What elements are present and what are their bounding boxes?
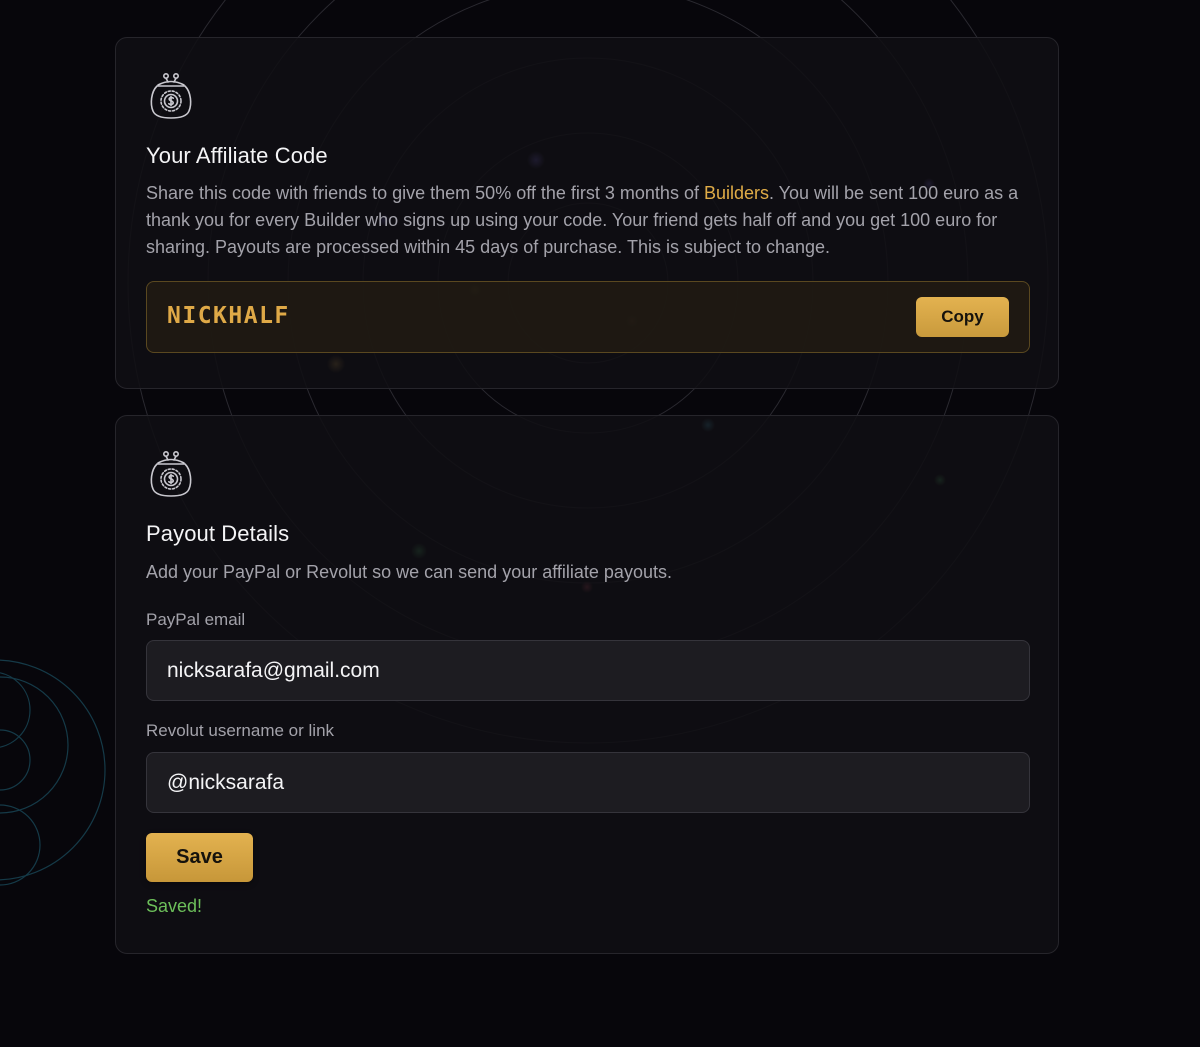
save-status-message: Saved!: [146, 896, 203, 916]
copy-code-button[interactable]: Copy: [916, 297, 1009, 337]
payout-details-card: Payout Details Add your PayPal or Revolu…: [115, 415, 1059, 954]
money-bag-icon: [150, 72, 192, 119]
affiliate-code-box: NICKHALF Copy: [146, 281, 1030, 353]
affiliate-description: Share this code with friends to give the…: [146, 180, 1026, 261]
paypal-email-label: PayPal email: [146, 610, 246, 629]
paypal-email-input[interactable]: [146, 640, 1030, 701]
affiliate-title: Your Affiliate Code: [146, 143, 328, 168]
affiliate-code-card: Your Affiliate Code Share this code with…: [115, 37, 1059, 389]
revolut-username-input[interactable]: [146, 752, 1030, 813]
affiliate-desc-text: Share this code with friends to give the…: [146, 183, 704, 203]
builders-link[interactable]: Builders: [704, 183, 769, 203]
affiliate-code: NICKHALF: [167, 303, 290, 329]
money-bag-icon: [150, 450, 192, 497]
payout-title: Payout Details: [146, 521, 290, 546]
revolut-username-label: Revolut username or link: [146, 721, 335, 740]
payout-description: Add your PayPal or Revolut so we can sen…: [146, 562, 672, 582]
save-button[interactable]: Save: [146, 833, 253, 882]
